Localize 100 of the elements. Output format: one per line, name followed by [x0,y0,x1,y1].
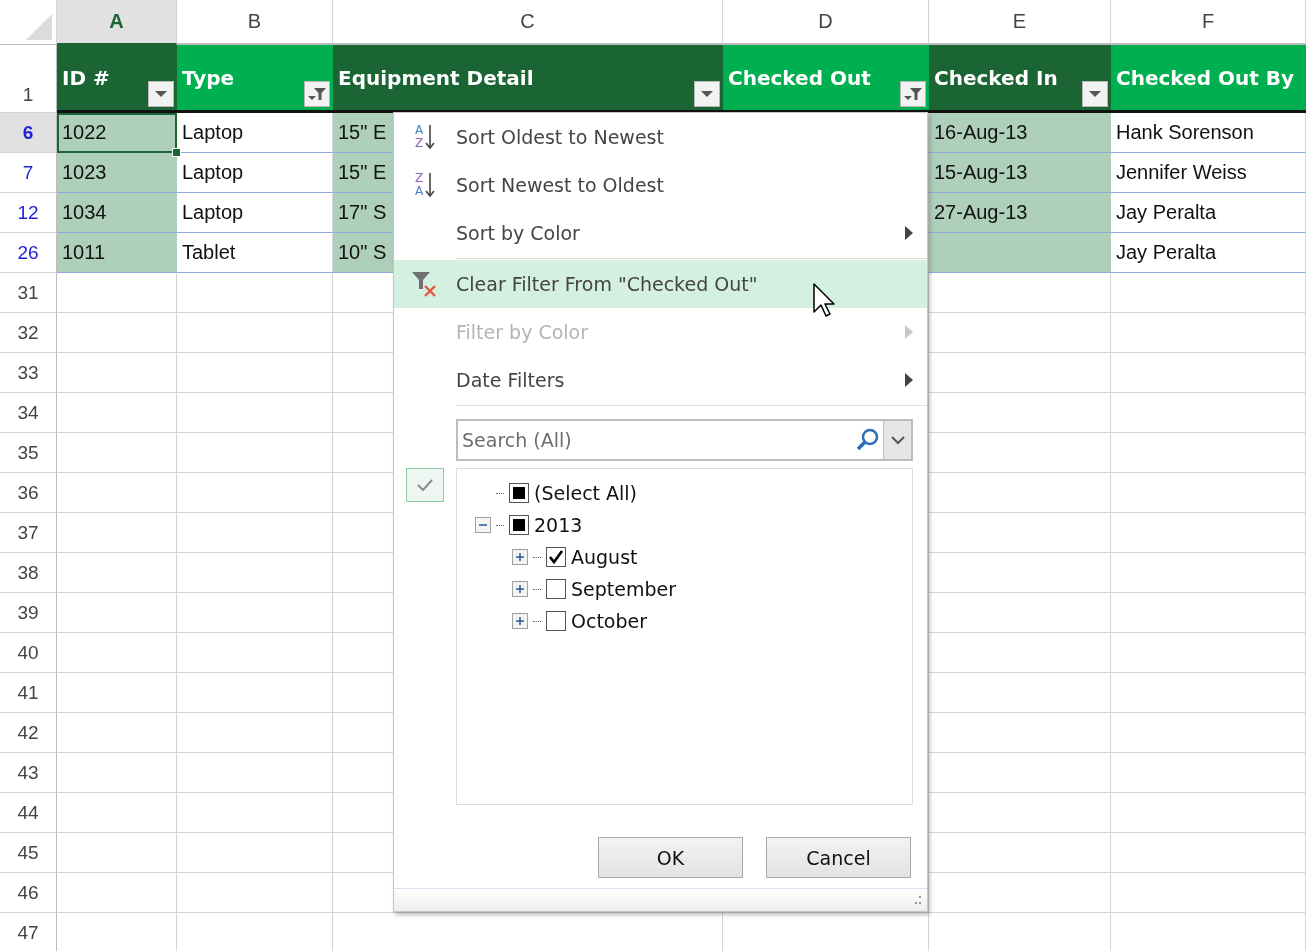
table-cell[interactable] [929,313,1111,353]
table-cell[interactable] [177,313,333,353]
row-number[interactable]: 47 [0,913,57,951]
table-cell[interactable] [929,593,1111,633]
table-cell[interactable]: 1034 [57,193,177,233]
dropdown-button[interactable] [883,421,911,459]
table-cell[interactable] [1111,513,1306,553]
table-cell[interactable]: 1023 [57,153,177,193]
menu-item[interactable]: A Z Sort Oldest to Newest [394,113,927,161]
row-number[interactable]: 6 [0,113,57,153]
table-cell[interactable] [1111,393,1306,433]
table-cell[interactable] [929,473,1111,513]
table-cell[interactable] [57,313,177,353]
table-cell[interactable]: Jay Peralta [1111,193,1306,233]
table-cell[interactable] [1111,473,1306,513]
table-cell[interactable] [57,633,177,673]
table-cell[interactable] [177,793,333,833]
table-cell[interactable] [57,513,177,553]
expand-icon[interactable] [512,613,528,629]
column-header[interactable]: A [57,0,177,45]
table-cell[interactable] [177,753,333,793]
table-cell[interactable]: 1011 [57,233,177,273]
table-cell[interactable] [57,593,177,633]
table-cell[interactable] [929,833,1111,873]
table-cell[interactable] [57,673,177,713]
table-cell[interactable]: Jay Peralta [1111,233,1306,273]
table-cell[interactable]: Hank Sorenson [1111,113,1306,153]
table-cell[interactable]: 15-Aug-13 [929,153,1111,193]
table-cell[interactable] [57,873,177,913]
search-field[interactable]: Search (All) [456,419,913,461]
menu-item[interactable]: Date Filters [394,356,927,404]
table-cell[interactable] [57,753,177,793]
dropdown-button[interactable] [694,81,720,107]
checkbox[interactable] [509,483,529,503]
table-cell[interactable] [177,673,333,713]
row-number[interactable]: 31 [0,273,57,313]
expand-icon[interactable] [512,549,528,565]
collapse-icon[interactable] [475,517,491,533]
table-cell[interactable]: 16-Aug-13 [929,113,1111,153]
table-cell[interactable] [57,713,177,753]
row-number[interactable]: 44 [0,793,57,833]
table-cell[interactable] [1111,433,1306,473]
menu-item[interactable]: Sort by Color [394,209,927,257]
row-number[interactable]: 43 [0,753,57,793]
table-cell[interactable] [929,433,1111,473]
table-cell[interactable] [177,873,333,913]
select-all-corner-icon[interactable] [26,14,52,40]
row-number[interactable]: 39 [0,593,57,633]
table-cell[interactable] [929,393,1111,433]
row-number[interactable]: 32 [0,313,57,353]
row-number[interactable]: 35 [0,433,57,473]
checkbox[interactable] [546,547,566,567]
table-cell[interactable] [1111,713,1306,753]
checkbox[interactable] [509,515,529,535]
table-cell[interactable] [177,553,333,593]
table-cell[interactable] [57,833,177,873]
table-cell[interactable] [1111,833,1306,873]
table-cell[interactable] [177,513,333,553]
menu-item[interactable]: Z A Sort Newest to Oldest [394,161,927,209]
table-cell[interactable] [57,473,177,513]
table-cell[interactable]: 1022 [57,113,177,153]
tree-item-label[interactable]: (Select All) [534,482,638,504]
dropdown-button[interactable] [148,81,174,107]
row-number[interactable]: 42 [0,713,57,753]
table-cell[interactable] [929,793,1111,833]
tree-item-label[interactable]: October [571,610,648,632]
checkbox[interactable] [546,579,566,599]
table-cell[interactable] [929,233,1111,273]
row-number[interactable]: 45 [0,833,57,873]
table-cell[interactable] [177,273,333,313]
table-cell[interactable] [1111,873,1306,913]
fill-handle[interactable] [172,148,181,157]
table-cell[interactable] [1111,553,1306,593]
table-cell[interactable]: 27-Aug-13 [929,193,1111,233]
table-cell[interactable]: Jennifer Weiss [1111,153,1306,193]
row-number[interactable]: 37 [0,513,57,553]
table-cell[interactable] [929,753,1111,793]
dropdown-button[interactable] [1082,81,1108,107]
filter-button[interactable] [900,81,926,107]
row-number[interactable]: 40 [0,633,57,673]
table-cell[interactable] [57,273,177,313]
tree-item-label[interactable]: September [571,578,677,600]
checkbox[interactable] [546,611,566,631]
dialog-button[interactable]: OK [598,837,743,878]
table-cell[interactable] [929,713,1111,753]
filter-button[interactable] [304,81,330,107]
table-cell[interactable] [177,833,333,873]
dialog-button[interactable]: Cancel [766,837,911,878]
table-cell[interactable] [57,793,177,833]
row-number[interactable]: 41 [0,673,57,713]
expand-icon[interactable] [512,581,528,597]
table-cell[interactable] [929,353,1111,393]
tree-item-label[interactable]: August [571,546,638,568]
table-cell[interactable] [929,273,1111,313]
row-number[interactable]: 33 [0,353,57,393]
table-cell[interactable] [177,713,333,753]
table-cell[interactable] [57,553,177,593]
table-cell[interactable] [1111,793,1306,833]
table-cell[interactable] [929,873,1111,913]
table-cell[interactable] [177,353,333,393]
